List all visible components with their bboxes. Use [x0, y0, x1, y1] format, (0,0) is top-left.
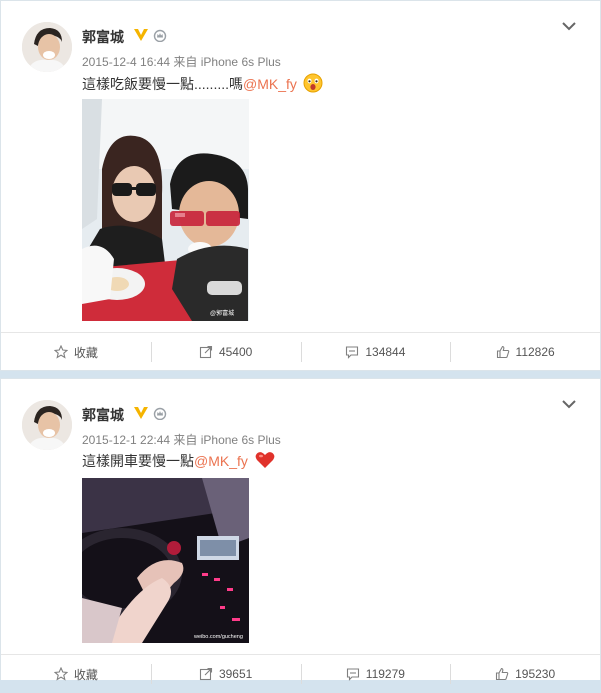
- favorite-label: 收藏: [73, 345, 98, 360]
- image-watermark: @郭富城: [210, 309, 234, 317]
- weibo-post-card: 郭富城 2015-12-4 16:44 来自 iPhone 6s Plus 這樣…: [0, 0, 601, 371]
- avatar[interactable]: [22, 22, 72, 72]
- favorite-button[interactable]: 收藏: [1, 333, 151, 371]
- verified-v-icon[interactable]: [133, 28, 149, 42]
- surprised-face-icon: [303, 73, 323, 93]
- like-count: 112826: [515, 345, 555, 359]
- crown-icon[interactable]: [153, 407, 167, 420]
- comment-button[interactable]: 134844: [300, 333, 451, 371]
- like-button[interactable]: 195230: [450, 655, 600, 693]
- post-text: 這樣吃飯要慢一點.........嗎@MK_fy: [82, 73, 323, 94]
- forward-count: 45400: [218, 345, 253, 359]
- post-text: 這樣開車要慢一點@MK_fy: [82, 451, 275, 471]
- username[interactable]: 郭富城: [82, 27, 124, 47]
- like-button[interactable]: 112826: [450, 333, 600, 371]
- avatar[interactable]: [22, 400, 72, 450]
- forward-button[interactable]: 39651: [150, 655, 301, 693]
- action-bar: 收藏 39651 119279 195230: [1, 654, 600, 693]
- favorite-label: 收藏: [73, 667, 98, 682]
- favorite-button[interactable]: 收藏: [1, 655, 151, 693]
- post-photo[interactable]: @郭富城: [82, 99, 249, 321]
- mention-link[interactable]: @MK_fy: [194, 453, 248, 469]
- forward-button[interactable]: 45400: [150, 333, 301, 371]
- chevron-down-icon[interactable]: [560, 19, 578, 33]
- chevron-down-icon[interactable]: [560, 397, 578, 411]
- post-meta: 2015-12-1 22:44 来自 iPhone 6s Plus: [82, 433, 281, 447]
- post-photo[interactable]: weibo.com/gucheng: [82, 478, 249, 643]
- verified-v-icon[interactable]: [133, 406, 149, 420]
- forward-icon: [199, 345, 212, 359]
- thumbs-up-icon: [496, 345, 509, 359]
- post-meta: 2015-12-4 16:44 来自 iPhone 6s Plus: [82, 55, 281, 69]
- post-body: 這樣吃飯要慢一點.........嗎: [82, 76, 244, 92]
- crown-icon[interactable]: [153, 29, 167, 42]
- mention-link[interactable]: @MK_fy: [243, 76, 297, 92]
- star-icon: [53, 345, 68, 359]
- comment-button[interactable]: 119279: [300, 655, 451, 693]
- image-watermark: weibo.com/gucheng: [193, 634, 243, 640]
- comment-icon: [346, 346, 359, 359]
- red-heart-icon: [255, 452, 275, 468]
- comment-count: 134844: [365, 345, 406, 359]
- action-bar: 收藏 45400 134844 112826: [1, 332, 600, 371]
- weibo-post-card: 郭富城 2015-12-1 22:44 来自 iPhone 6s Plus 這樣…: [0, 378, 601, 684]
- username[interactable]: 郭富城: [82, 405, 124, 425]
- post-body: 這樣開車要慢一點: [82, 453, 194, 469]
